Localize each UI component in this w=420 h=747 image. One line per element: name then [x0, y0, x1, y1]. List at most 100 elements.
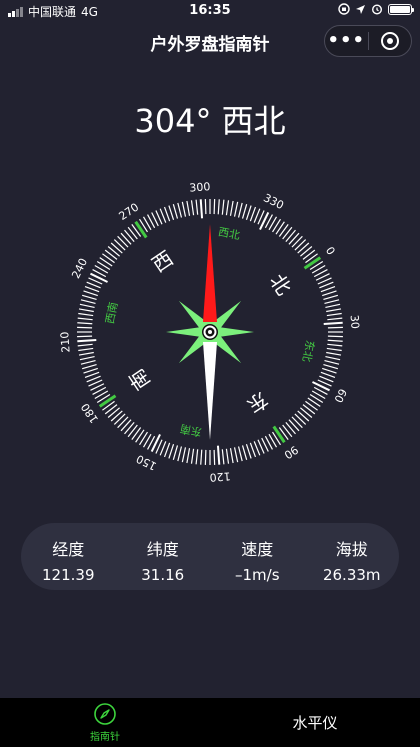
intercardinal-label: 东北: [300, 339, 317, 363]
orientation-lock-icon: [338, 3, 350, 15]
compass-dial: 0306090120150180210240270300330 北东南西 东北东…: [58, 180, 361, 484]
tick-mark: [249, 442, 257, 458]
tick-mark: [323, 363, 339, 370]
tick-mark: [78, 312, 94, 317]
tick-mark: [253, 441, 261, 456]
alarm-icon: [371, 4, 383, 15]
tick-mark: [285, 229, 296, 242]
tick-mark: [229, 448, 234, 464]
tick-mark: [150, 434, 161, 452]
degree-label: 300: [189, 180, 211, 194]
tick-mark: [163, 206, 171, 222]
tick-mark: [195, 199, 199, 215]
tick-mark: [98, 394, 117, 408]
tick-mark: [104, 404, 118, 415]
tab-compass[interactable]: 指南针: [0, 698, 210, 747]
tick-mark: [83, 367, 98, 374]
tick-mark: [181, 447, 187, 463]
tick-mark: [86, 281, 101, 289]
close-button[interactable]: [368, 32, 411, 50]
tick-mark: [217, 199, 220, 215]
tab-bar: 指南针 水平仪: [0, 698, 420, 747]
degree-label: 330: [261, 191, 286, 212]
tick-mark: [322, 290, 337, 297]
tick-mark: [327, 326, 343, 329]
close-icon: [380, 32, 399, 50]
tick-mark: [237, 446, 243, 462]
degree-label: 90: [282, 443, 301, 462]
tick-mark: [213, 449, 216, 465]
degree-label: 150: [134, 452, 159, 473]
needle-south: [203, 342, 217, 440]
tick-mark: [326, 312, 342, 317]
tick-mark: [120, 232, 132, 245]
tick-mark: [324, 299, 340, 305]
status-bar: 中国联通 4G 16:35: [0, 0, 420, 22]
cardinal-label: 北: [265, 269, 296, 299]
tick-mark: [186, 448, 191, 464]
tick-mark: [245, 205, 252, 220]
altitude-label: 海拔: [335, 540, 368, 559]
needle-north: [203, 224, 217, 322]
tick-mark: [319, 375, 334, 383]
tick-mark: [177, 446, 183, 462]
tick-mark: [291, 416, 303, 429]
tick-mark: [77, 335, 93, 338]
tick-mark: [327, 343, 343, 347]
compass-icon: [94, 703, 116, 725]
tick-mark: [127, 424, 138, 438]
tick-mark: [327, 335, 343, 338]
tick-mark: [172, 445, 179, 461]
location-info-card: 经度 121.39 纬度 31.16 速度 –1m/s 海拔 26.33m: [21, 523, 399, 590]
tick-mark: [181, 201, 187, 217]
tick-mark: [204, 199, 207, 215]
tick-mark: [90, 272, 108, 283]
tick-mark: [322, 367, 337, 374]
latitude-label: 纬度: [146, 540, 179, 559]
latitude-item: 纬度 31.16: [116, 523, 211, 590]
tick-mark: [134, 220, 148, 239]
tick-mark: [282, 226, 293, 240]
tick-mark: [104, 249, 118, 260]
tick-mark: [186, 200, 191, 216]
tick-mark: [229, 200, 234, 216]
tick-mark: [113, 239, 126, 251]
tick-mark: [312, 381, 330, 392]
tick-mark: [294, 413, 307, 425]
latitude-value: 31.16: [141, 566, 185, 584]
tick-mark: [272, 425, 286, 444]
tick-mark: [245, 444, 252, 459]
tab-compass-label: 指南针: [90, 732, 120, 743]
tick-mark: [221, 449, 225, 465]
tick-mark: [78, 351, 94, 356]
tick-mark: [204, 449, 207, 465]
longitude-item: 经度 121.39: [21, 523, 116, 590]
degree-label: 0: [323, 244, 338, 257]
tab-level[interactable]: 水平仪: [210, 698, 420, 747]
tick-mark: [319, 281, 334, 289]
tick-mark: [249, 206, 257, 222]
degree-label: 240: [69, 256, 90, 281]
battery-icon: [388, 3, 414, 15]
tick-mark: [78, 308, 94, 313]
tick-mark: [302, 249, 316, 260]
tick-mark: [78, 347, 94, 352]
tick-mark: [300, 407, 313, 418]
tick-mark: [233, 447, 239, 463]
tick-mark: [159, 208, 167, 223]
tick-mark: [127, 226, 138, 240]
more-button[interactable]: •••: [325, 26, 368, 56]
tick-mark: [327, 339, 343, 342]
speed-value: –1m/s: [234, 566, 280, 584]
tick-mark: [300, 246, 313, 257]
tick-mark: [107, 407, 120, 418]
tick-mark: [124, 229, 135, 242]
degree-label: 210: [58, 331, 72, 353]
tick-mark: [172, 203, 179, 219]
tick-mark: [77, 338, 97, 343]
tick-mark: [80, 359, 96, 365]
tick-mark: [77, 343, 93, 347]
tick-mark: [241, 445, 248, 461]
tick-mark: [259, 212, 270, 230]
tick-mark: [294, 239, 307, 251]
